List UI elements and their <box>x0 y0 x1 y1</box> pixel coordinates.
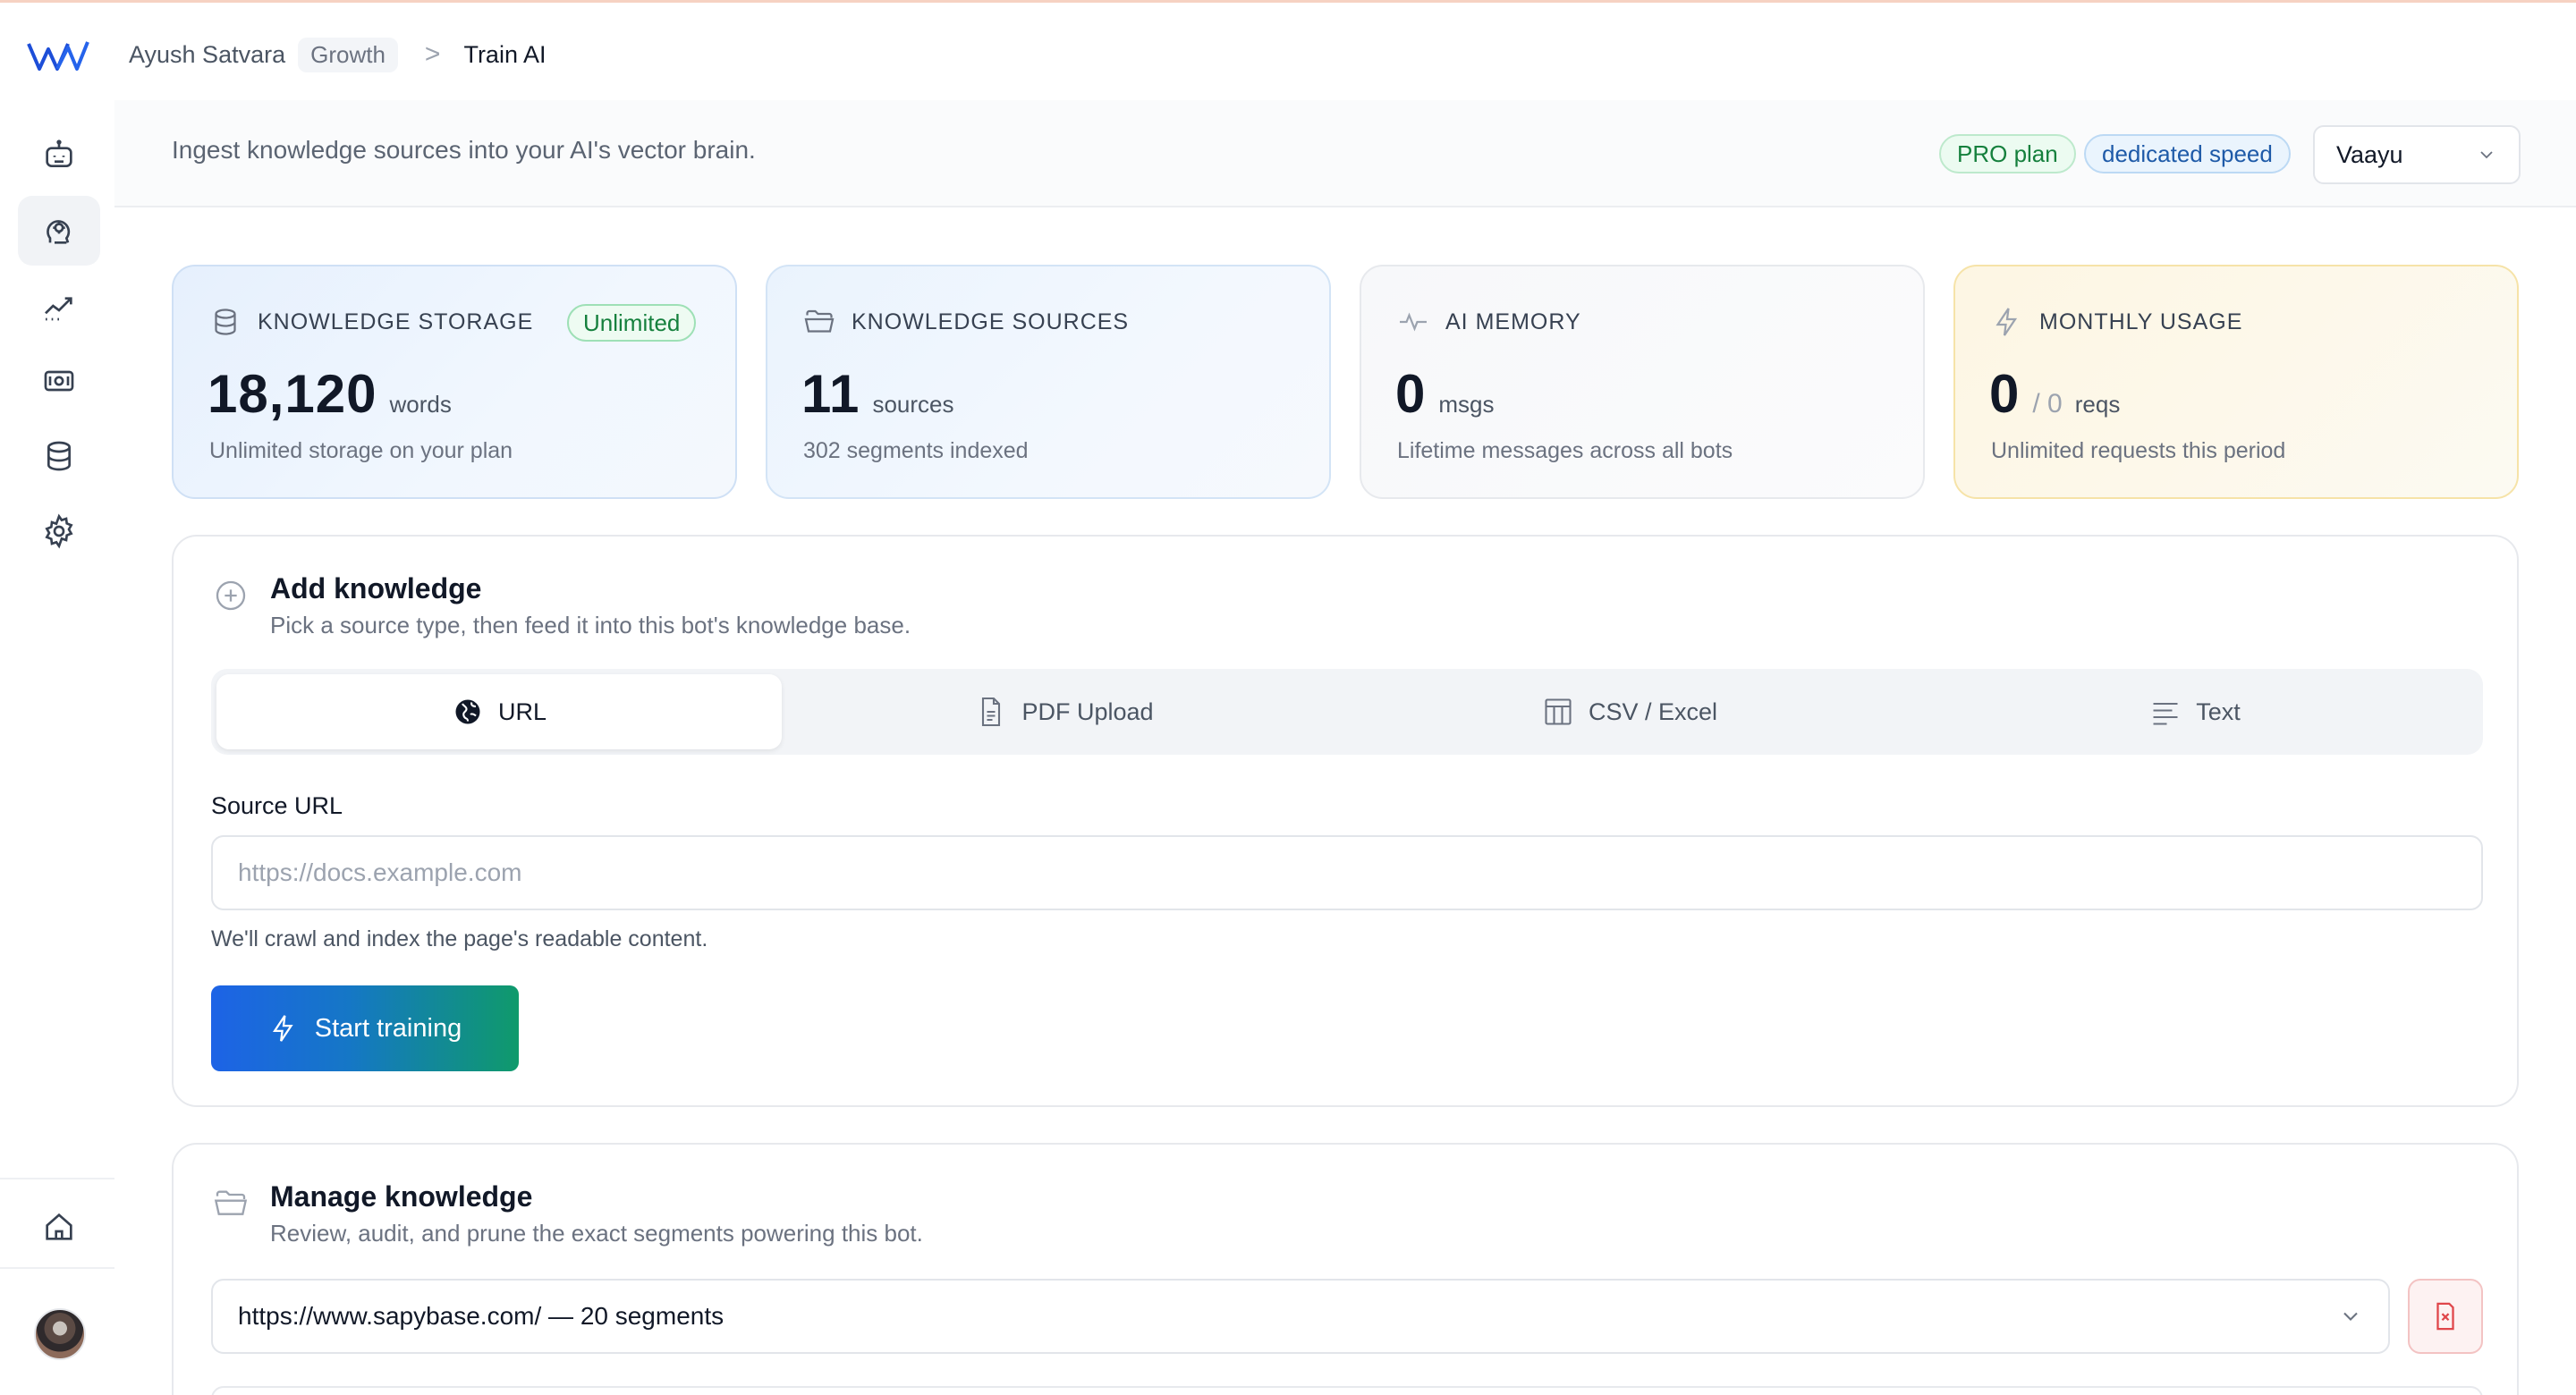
stat-card-monthly-usage: MONTHLY USAGE 0 / 0 reqs Unlimited reque… <box>1953 265 2519 499</box>
unlimited-badge: Unlimited <box>567 304 697 342</box>
stat-unit: words <box>389 391 452 418</box>
source-type-tabs: URL PDF Upload CSV / Excel Text <box>211 669 2483 755</box>
stat-card-knowledge-sources: KNOWLEDGE SOURCES 11 sources 302 segment… <box>766 265 1331 499</box>
panel-title: Manage knowledge <box>270 1180 533 1213</box>
stat-subtext: Unlimited storage on your plan <box>209 438 513 463</box>
tab-label: CSV / Excel <box>1588 698 1718 725</box>
top-accent-line <box>0 0 2576 3</box>
chevron-down-icon <box>2480 151 2493 159</box>
stat-unit: msgs <box>1438 391 1495 418</box>
brain-icon <box>47 220 71 244</box>
tab-label: Text <box>2196 698 2241 725</box>
chevron-down-icon <box>2343 1312 2358 1321</box>
sidebar-item-bots[interactable] <box>18 121 100 190</box>
plan-badge: PRO plan <box>1939 134 2076 173</box>
globe-icon <box>455 699 480 724</box>
source-url-hint: We'll crawl and index the page's readabl… <box>211 926 708 951</box>
tab-text[interactable]: Text <box>1912 674 2478 749</box>
panel-description: Review, audit, and prune the exact segme… <box>270 1220 923 1247</box>
breadcrumb-user[interactable]: Ayush Satvara <box>129 41 285 69</box>
delete-file-icon <box>2436 1302 2454 1331</box>
sidebar-item-train-ai[interactable] <box>18 196 100 266</box>
page-title: Train AI <box>463 40 547 68</box>
analytics-icon <box>45 297 72 321</box>
speed-badge: dedicated speed <box>2084 134 2291 173</box>
folder-icon <box>214 1190 248 1215</box>
lightning-icon <box>1996 308 2018 336</box>
stat-unit: sources <box>872 391 954 418</box>
stat-limit: / 0 <box>2032 389 2063 418</box>
page-description: Ingest knowledge sources into your AI's … <box>172 136 756 164</box>
stat-title: KNOWLEDGE STORAGE <box>258 309 534 334</box>
database-icon <box>215 309 236 335</box>
delete-source-button[interactable] <box>2408 1279 2483 1354</box>
sidebar <box>0 3 114 1395</box>
sidebar-divider <box>0 1267 114 1269</box>
lightning-icon <box>272 1015 293 1042</box>
sidebar-item-settings[interactable] <box>18 496 100 566</box>
stat-unit: reqs <box>2074 391 2121 418</box>
database-icon <box>47 441 71 471</box>
sidebar-item-billing[interactable] <box>18 346 100 416</box>
stat-subtext: 302 segments indexed <box>803 438 1029 463</box>
stat-value: 18,120 <box>208 364 377 424</box>
source-url-label: Source URL <box>211 792 343 819</box>
document-icon <box>982 697 1001 727</box>
avatar[interactable] <box>34 1308 86 1360</box>
tab-pdf-upload[interactable]: PDF Upload <box>782 674 1347 749</box>
stat-title: AI MEMORY <box>1445 309 1581 334</box>
stat-card-ai-memory: AI MEMORY 0 msgs Lifetime messages acros… <box>1360 265 1925 499</box>
sidebar-item-database[interactable] <box>18 421 100 491</box>
brand-logo-icon[interactable] <box>27 35 89 78</box>
robot-icon <box>46 140 72 167</box>
start-training-button[interactable]: Start training <box>211 985 519 1071</box>
segment-list-row <box>211 1386 2483 1395</box>
billing-icon <box>44 370 74 392</box>
knowledge-source-value: https://www.sapybase.com/ — 20 segments <box>238 1302 724 1330</box>
panel-title: Add knowledge <box>270 572 482 604</box>
sidebar-item-analytics[interactable] <box>18 271 100 341</box>
text-lines-icon <box>2153 702 2178 725</box>
stat-subtext: Unlimited requests this period <box>1991 438 2286 463</box>
tab-label: PDF Upload <box>1021 698 1154 725</box>
tab-url[interactable]: URL <box>216 674 782 749</box>
bot-select[interactable]: Vaayu <box>2313 125 2521 184</box>
sidebar-item-home[interactable] <box>18 1192 100 1262</box>
stat-value: 0 <box>1989 364 2021 424</box>
chevron-right-icon: > <box>424 39 441 69</box>
gear-icon <box>45 513 73 549</box>
bot-select-value: Vaayu <box>2336 140 2403 168</box>
sidebar-divider <box>0 1178 114 1179</box>
folder-icon <box>804 309 835 333</box>
start-training-label: Start training <box>314 1013 462 1043</box>
tab-csv-excel[interactable]: CSV / Excel <box>1347 674 1912 749</box>
plus-circle-icon <box>216 580 246 611</box>
tab-label: URL <box>497 698 547 725</box>
panel-description: Pick a source type, then feed it into th… <box>270 612 911 638</box>
pulse-icon <box>1400 312 1427 332</box>
stat-title: MONTHLY USAGE <box>2039 309 2243 334</box>
page-subheader: Ingest knowledge sources into your AI's … <box>114 100 2576 207</box>
add-knowledge-panel: Add knowledge Pick a source type, then f… <box>172 535 2519 1107</box>
knowledge-source-select[interactable]: https://www.sapybase.com/ — 20 segments <box>211 1279 2390 1354</box>
table-icon <box>1545 698 1572 725</box>
stat-value: 11 <box>801 364 860 424</box>
stat-subtext: Lifetime messages across all bots <box>1397 438 1733 463</box>
stat-card-knowledge-storage: KNOWLEDGE STORAGE Unlimited 18,120 words… <box>172 265 737 499</box>
stat-title: KNOWLEDGE SOURCES <box>852 309 1130 334</box>
home-icon <box>46 1213 72 1240</box>
breadcrumb: Ayush Satvara Growth > Train AI <box>129 36 547 73</box>
manage-knowledge-panel: Manage knowledge Review, audit, and prun… <box>172 1143 2519 1395</box>
workspace-badge: Growth <box>298 37 398 72</box>
stat-value: 0 <box>1395 364 1427 424</box>
source-url-input[interactable] <box>211 835 2483 910</box>
